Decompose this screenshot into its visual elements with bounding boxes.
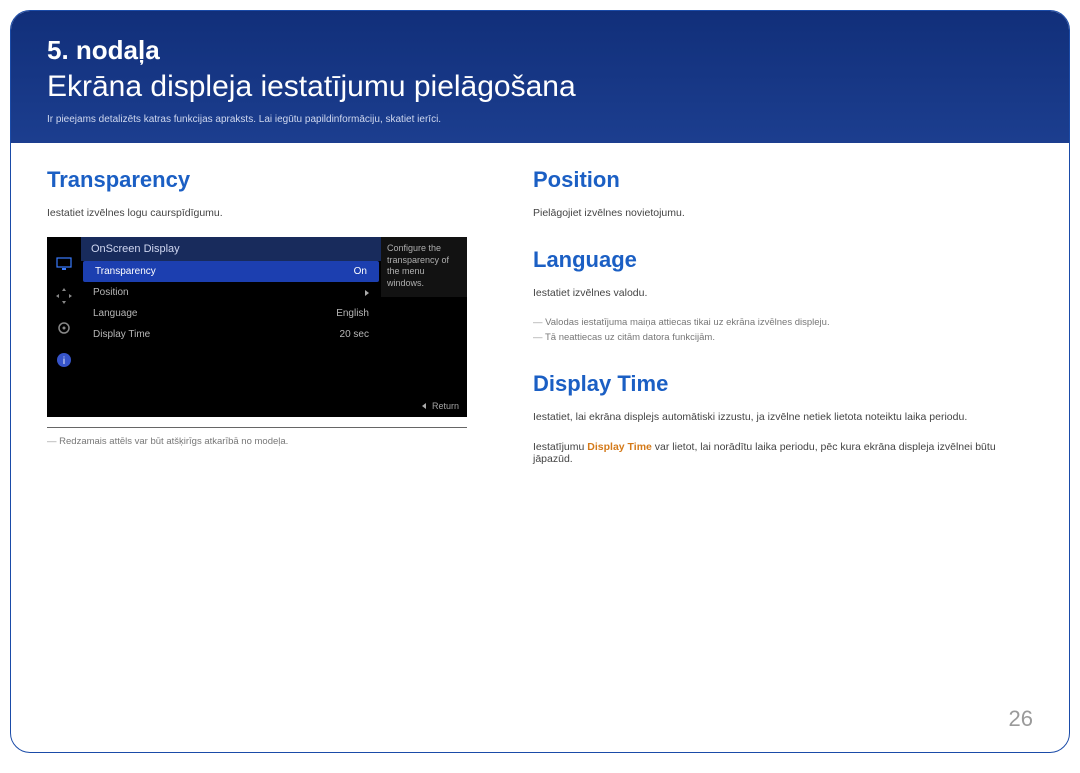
osd-header: OnScreen Display — [81, 237, 381, 261]
language-desc: Iestatiet izvēlnes valodu. — [533, 287, 1033, 299]
display-time-section: Display Time Iestatiet, lai ekrāna displ… — [533, 371, 1033, 465]
right-column: Position Pielāgojiet izvēlnes novietojum… — [533, 167, 1033, 493]
language-title: Language — [533, 247, 1033, 273]
position-title: Position — [533, 167, 1033, 193]
language-note-2: Tā neattiecas uz citām datora funkcijām. — [533, 332, 1033, 343]
osd-row-label: Transparency — [95, 266, 156, 277]
osd-row-displaytime: Display Time 20 sec — [81, 324, 381, 345]
left-column: Transparency Iestatiet izvēlnes logu cau… — [47, 167, 477, 493]
chapter-label: 5. nodaļa — [47, 35, 1033, 66]
display-time-desc-1: Iestatiet, lai ekrāna displejs automātis… — [533, 411, 1033, 423]
osd-row-label: Display Time — [93, 329, 150, 340]
transparency-title: Transparency — [47, 167, 477, 193]
language-section: Language Iestatiet izvēlnes valodu. Valo… — [533, 247, 1033, 343]
monitor-icon — [55, 255, 73, 273]
transparency-section: Transparency Iestatiet izvēlnes logu cau… — [47, 167, 477, 447]
dt-text-em: Display Time — [587, 441, 652, 453]
display-time-desc-2: Iestatījumu Display Time var lietot, lai… — [533, 441, 1033, 465]
osd-row-value: 20 sec — [340, 329, 369, 340]
divider — [47, 427, 467, 428]
osd-row-transparency: Transparency On — [83, 261, 379, 282]
arrows-icon — [55, 287, 73, 305]
page-frame: 5. nodaļa Ekrāna displeja iestatījumu pi… — [10, 10, 1070, 753]
chapter-title: Ekrāna displeja iestatījumu pielāgošana — [47, 70, 1033, 104]
position-section: Position Pielāgojiet izvēlnes novietojum… — [533, 167, 1033, 219]
display-time-title: Display Time — [533, 371, 1033, 397]
osd-row-value: English — [336, 308, 369, 319]
transparency-desc: Iestatiet izvēlnes logu caurspīdīgumu. — [47, 207, 477, 219]
chevron-right-icon — [365, 290, 369, 296]
osd-row-value: On — [354, 266, 367, 277]
content-area: Transparency Iestatiet izvēlnes logu cau… — [11, 143, 1069, 513]
osd-help-panel: Configure the transparency of the menu w… — [381, 237, 467, 297]
info-icon: i — [55, 351, 73, 369]
chapter-header: 5. nodaļa Ekrāna displeja iestatījumu pi… — [11, 11, 1069, 143]
osd-footer: Return — [422, 401, 459, 411]
position-desc: Pielāgojiet izvēlnes novietojumu. — [533, 207, 1033, 219]
osd-screenshot: i OnScreen Display Transparency On Posit… — [47, 237, 467, 417]
gear-icon — [55, 319, 73, 337]
osd-sidebar: i — [47, 237, 81, 417]
osd-row-position: Position — [81, 282, 381, 303]
dt-text-pre: Iestatījumu — [533, 441, 587, 453]
osd-row-language: Language English — [81, 303, 381, 324]
page-number: 26 — [1009, 706, 1033, 732]
svg-text:i: i — [63, 356, 65, 367]
osd-return-label: Return — [432, 401, 459, 411]
back-arrow-icon — [422, 403, 426, 409]
chapter-description: Ir pieejams detalizēts katras funkcijas … — [47, 114, 1033, 125]
language-note-1: Valodas iestatījuma maiņa attiecas tikai… — [533, 317, 1033, 328]
image-disclaimer: Redzamais attēls var būt atšķirīgs atkar… — [47, 436, 477, 447]
osd-main-panel: OnScreen Display Transparency On Positio… — [81, 237, 381, 417]
osd-row-label: Language — [93, 308, 138, 319]
osd-row-label: Position — [93, 287, 129, 298]
